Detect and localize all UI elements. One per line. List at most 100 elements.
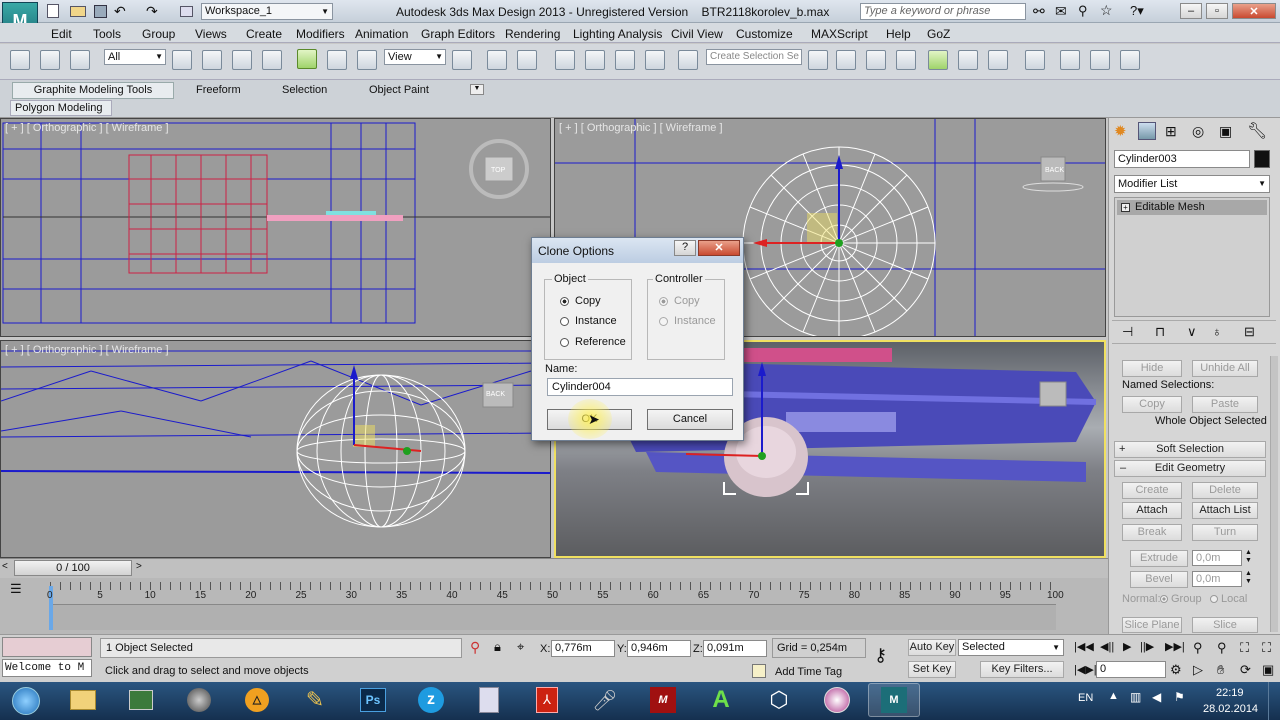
menu-customize[interactable]: Customize <box>736 26 793 42</box>
zoom-region-icon[interactable]: ⛶ <box>1262 640 1271 656</box>
time-slider[interactable]: 0 / 100 <box>14 560 132 576</box>
viewcube-top[interactable]: TOP <box>491 167 505 174</box>
binoculars-icon[interactable]: ⚯ <box>1033 3 1045 20</box>
add-time-tag-label[interactable]: Add Time Tag <box>775 666 842 678</box>
select-scale-icon[interactable] <box>357 50 377 70</box>
tray-network-icon[interactable]: ▥ <box>1130 690 1141 704</box>
viewport-bottom-left[interactable]: [ + ] [ Orthographic ] [ Wireframe ] BAC… <box>0 340 551 558</box>
zoom-extents-all-icon[interactable]: ⛶ <box>1240 640 1249 656</box>
favorites-icon[interactable]: ☆ <box>1100 2 1113 19</box>
current-frame-field[interactable]: 0 <box>1096 661 1166 678</box>
show-end-result-icon[interactable]: ⊓ <box>1155 324 1165 340</box>
display-tab-icon[interactable]: ▣ <box>1219 123 1232 140</box>
reference-coordinate-dropdown[interactable]: View ▼ <box>384 49 446 65</box>
select-rotate-icon[interactable] <box>327 50 347 70</box>
render-setup-icon[interactable] <box>1025 50 1045 70</box>
auto-key-button[interactable]: Auto Key <box>908 639 956 656</box>
angle-snap-icon[interactable] <box>585 50 605 70</box>
make-unique-icon[interactable]: ∨ <box>1187 324 1197 340</box>
key-mode-toggle-icon[interactable]: |◀▶| <box>1074 663 1097 676</box>
close-button[interactable]: ✕ <box>1232 3 1276 19</box>
minimize-button[interactable]: – <box>1180 3 1202 19</box>
goto-start-icon[interactable]: |◀◀ <box>1074 640 1094 653</box>
slider-next-icon[interactable]: > <box>136 561 142 572</box>
next-frame-icon[interactable]: ||▶ <box>1140 640 1154 653</box>
turn-button[interactable]: Turn <box>1192 524 1258 541</box>
menu-group[interactable]: Group <box>142 26 175 42</box>
menu-views[interactable]: Views <box>195 26 227 42</box>
taskbar-explorer[interactable] <box>60 683 106 717</box>
slider-prev-icon[interactable]: < <box>2 561 8 572</box>
normal-local-radio[interactable]: Local <box>1210 593 1247 605</box>
taskbar-app-5[interactable]: ✎ <box>292 683 338 717</box>
zoom-all-icon[interactable]: ⚲ <box>1217 640 1227 656</box>
copy-selection-button[interactable]: Copy <box>1122 396 1182 413</box>
taskbar-app-10[interactable]: 🎤︎ <box>582 683 628 717</box>
key-icon[interactable]: ⚷ <box>874 645 887 666</box>
menu-graph-editors[interactable]: Graph Editors <box>421 26 495 42</box>
configure-sets-icon[interactable]: ⊟ <box>1244 324 1255 340</box>
render-production-icon[interactable] <box>1090 50 1110 70</box>
menu-goz[interactable]: GoZ <box>927 26 950 42</box>
extrude-button[interactable]: Extrude <box>1130 550 1188 567</box>
soft-selection-rollout[interactable]: + Soft Selection <box>1114 441 1266 458</box>
window-crossing-icon[interactable] <box>262 50 282 70</box>
spinner-arrows-icon[interactable]: ▲ ▼ <box>1245 549 1252 565</box>
extrude-spinner[interactable]: 0,0m <box>1192 550 1242 566</box>
open-icon[interactable] <box>70 6 86 17</box>
select-by-name-icon[interactable] <box>202 50 222 70</box>
orbit-icon[interactable]: ⟳ <box>1240 662 1251 678</box>
taskbar-app-12[interactable]: A <box>698 683 744 717</box>
align-icon[interactable] <box>836 50 856 70</box>
viewcube-left[interactable]: BACK <box>486 391 505 398</box>
taskbar-app-7[interactable]: z <box>408 683 454 717</box>
x-coordinate-field[interactable]: 0,776m <box>551 640 615 657</box>
slice-button[interactable]: Slice <box>1192 617 1258 633</box>
bind-space-warp-icon[interactable] <box>70 50 90 70</box>
taskbar-app-3[interactable] <box>176 683 222 717</box>
menu-civil-view[interactable]: Civil View <box>671 26 723 42</box>
maxscript-listener-swatch[interactable] <box>2 637 92 657</box>
menu-rendering[interactable]: Rendering <box>505 26 560 42</box>
menu-help[interactable]: Help <box>886 26 911 42</box>
language-indicator[interactable]: EN <box>1078 692 1093 704</box>
taskbar-app-14[interactable] <box>814 683 860 717</box>
set-key-button[interactable]: Set Key <box>908 661 956 678</box>
goto-end-icon[interactable]: ▶▶| <box>1165 640 1185 653</box>
dialog-help-button[interactable]: ? <box>674 240 696 256</box>
modifier-list-dropdown[interactable]: Modifier List ▼ <box>1114 175 1270 193</box>
menu-edit[interactable]: Edit <box>51 26 72 42</box>
absolute-offset-icon[interactable]: ⌖ <box>517 639 524 655</box>
undo-icon[interactable]: ↶ <box>114 3 126 20</box>
radio-reference[interactable]: Reference <box>560 336 626 348</box>
normal-group-radio[interactable]: Group <box>1160 593 1202 605</box>
keyboard-shortcut-override-icon[interactable] <box>517 50 537 70</box>
remove-modifier-icon[interactable]: ♁ <box>1212 324 1222 339</box>
render-iterative-icon[interactable] <box>1120 50 1140 70</box>
unhide-all-button[interactable]: Unhide All <box>1192 360 1258 377</box>
menu-maxscript[interactable]: MAXScript <box>811 26 868 42</box>
taskbar-unity[interactable]: ⬡ <box>756 683 802 717</box>
unlink-icon[interactable] <box>40 50 60 70</box>
selection-filter-dropdown[interactable]: All ▼ <box>104 49 166 65</box>
zoom-extents-icon[interactable]: ⚲ <box>1193 640 1203 656</box>
prev-frame-icon[interactable]: ◀|| <box>1100 640 1114 653</box>
clock-date[interactable]: 28.02.2014 <box>1203 703 1258 715</box>
select-object-icon[interactable] <box>172 50 192 70</box>
new-icon[interactable] <box>47 4 59 18</box>
delete-button[interactable]: Delete <box>1192 482 1258 499</box>
menu-modifiers[interactable]: Modifiers <box>296 26 345 42</box>
layer-manager-icon[interactable] <box>866 50 886 70</box>
create-button[interactable]: Create <box>1122 482 1182 499</box>
rendered-frame-window-icon[interactable] <box>1060 50 1080 70</box>
modify-tab-icon[interactable] <box>1138 122 1156 140</box>
controller-radio-copy[interactable]: Copy <box>659 295 700 307</box>
paste-selection-button[interactable]: Paste <box>1192 396 1258 413</box>
attach-list-button[interactable]: Attach List <box>1192 502 1258 519</box>
project-folder-icon[interactable] <box>180 6 193 17</box>
schematic-view-icon[interactable] <box>958 50 978 70</box>
named-selection-input[interactable]: Create Selection Se <box>706 49 802 65</box>
controller-radio-instance[interactable]: Instance <box>659 315 716 327</box>
tray-volume-icon[interactable]: ◀︎ <box>1152 690 1161 704</box>
viewcube-back[interactable]: BACK <box>1045 167 1064 174</box>
